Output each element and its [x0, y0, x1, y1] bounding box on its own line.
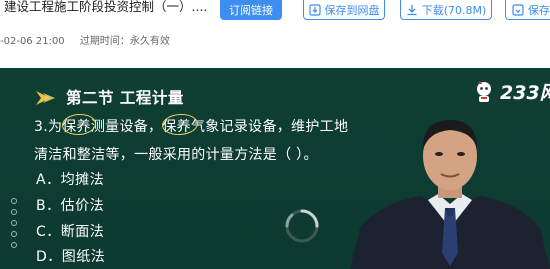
- loading-spinner-icon: [285, 209, 319, 243]
- arrow-right-icon: [36, 90, 58, 109]
- course-title: 建设工程施工阶段投资控制（一）....: [4, 0, 208, 14]
- cloud-save-icon: [308, 3, 321, 16]
- video-player[interactable]: 第二节 工程计量 233网 3.为保养测量设备，保养气象记录设备，维护工地 清洁…: [0, 68, 550, 269]
- save-more-button[interactable]: 保存: [505, 0, 550, 20]
- lesson-header: 建设工程施工阶段投资控制（一）.... -02-06 21:00 过期时间：永久…: [0, 0, 550, 68]
- section-title: 第二节 工程计量: [66, 89, 184, 107]
- subscribe-label: 订阅链接: [229, 4, 273, 17]
- download-icon: [406, 4, 418, 16]
- lesson-meta: -02-06 21:00 过期时间：永久有效: [0, 32, 170, 47]
- option-d: D．图纸法: [36, 249, 106, 265]
- option-b: B．估价法: [36, 198, 105, 214]
- option-c: C．断面法: [36, 224, 105, 240]
- nav-dot[interactable]: [11, 220, 17, 226]
- presenter-image: [350, 120, 550, 269]
- nav-dot[interactable]: [11, 242, 17, 248]
- slide-navigation-dots[interactable]: [11, 198, 17, 248]
- option-a: A．均摊法: [36, 172, 105, 188]
- save-to-disk-button[interactable]: 保存到网盘: [303, 0, 385, 20]
- mascot-icon: [477, 80, 491, 102]
- save-label: 保存到网盘: [324, 3, 380, 17]
- question-line-2: 清洁和整洁等，一般采用的计量方法是（ ）。: [34, 147, 318, 163]
- subscribe-link-button[interactable]: 订阅链接: [220, 0, 282, 20]
- nav-dot[interactable]: [11, 231, 17, 237]
- expiry-text: 过期时间：永久有效: [79, 36, 170, 47]
- logo-text: 233网: [500, 82, 550, 104]
- brand-logo: 233网: [474, 78, 550, 105]
- download-label: 下载(70.8M): [421, 3, 487, 17]
- save-icon: [512, 3, 524, 16]
- download-button[interactable]: 下载(70.8M): [400, 0, 492, 20]
- nav-dot[interactable]: [11, 209, 17, 215]
- save-more-label: 保存: [528, 3, 550, 17]
- nav-dot[interactable]: [11, 198, 17, 204]
- upload-date: -02-06 21:00: [0, 36, 65, 47]
